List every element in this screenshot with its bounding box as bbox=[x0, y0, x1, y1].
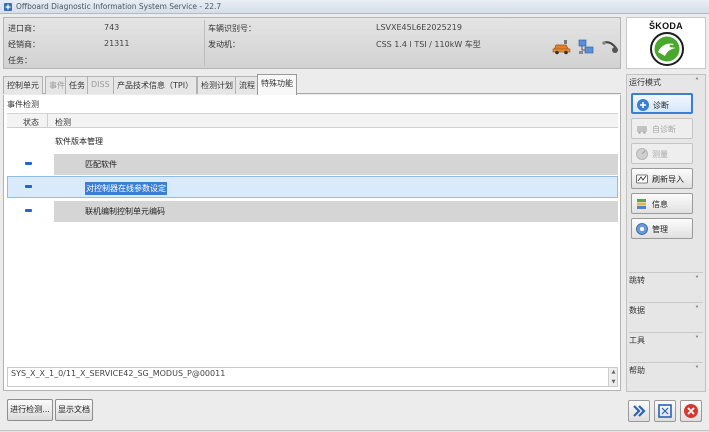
help-section-label: 帮助 bbox=[629, 366, 645, 375]
task-label: 任务： bbox=[8, 56, 32, 65]
status-indicator-icon bbox=[25, 209, 32, 212]
vin-label: 车辆识别号： bbox=[208, 24, 256, 33]
help-section[interactable]: 帮助 ˅ bbox=[629, 362, 703, 376]
info-scrollbar[interactable]: ▲ ▼ bbox=[608, 368, 617, 386]
data-section[interactable]: 数据 ˅ bbox=[629, 302, 703, 316]
vin-value: LSVXE45L6E2025219 bbox=[376, 23, 462, 32]
double-chevron-right-icon bbox=[633, 405, 646, 417]
close-icon bbox=[684, 404, 698, 418]
data-section-label: 数据 bbox=[629, 306, 645, 315]
section-title: 事件检测 bbox=[7, 100, 39, 109]
brand-panel: ŠKODA bbox=[626, 17, 706, 69]
info-text-area[interactable]: SYS_X_X_1_0/11_X_SERVICE42_SG_MODUS_P@00… bbox=[7, 367, 618, 387]
engine-label: 发动机： bbox=[208, 40, 240, 49]
stethoscope-icon bbox=[637, 99, 649, 111]
app-icon bbox=[4, 3, 12, 11]
tools-section-label: 工具 bbox=[629, 336, 645, 345]
tab-control-units[interactable]: 控制单元 bbox=[3, 76, 43, 94]
operating-mode-label: 运行模式 bbox=[629, 78, 661, 87]
network-icon[interactable] bbox=[576, 38, 596, 56]
table-header: 状态 检测 bbox=[7, 114, 618, 128]
header-icons bbox=[552, 38, 620, 56]
probe-icon[interactable] bbox=[600, 38, 620, 56]
flash-import-button[interactable]: 刷新导入 bbox=[631, 168, 693, 189]
table-row[interactable]: 软件版本管理 bbox=[7, 130, 618, 152]
row-text: 软件版本管理 bbox=[55, 137, 103, 146]
run-test-button[interactable]: 进行检测... bbox=[7, 399, 53, 421]
table-row[interactable]: 联机编制控制单元编码 bbox=[7, 200, 618, 222]
chevron-down-icon[interactable]: ˅ bbox=[695, 275, 699, 284]
row-band bbox=[54, 154, 618, 175]
scroll-down-icon[interactable]: ▼ bbox=[610, 379, 617, 385]
tab-test-plan[interactable]: 检测计划 bbox=[197, 76, 237, 94]
window-titlebar: Offboard Diagnostic Information System S… bbox=[0, 0, 709, 14]
skoda-logo-icon bbox=[650, 32, 684, 66]
bottom-action-bar: 进行检测... 显示文档 bbox=[3, 394, 621, 428]
self-diagnosis-button[interactable]: 自诊断 bbox=[631, 118, 693, 139]
exit-button[interactable] bbox=[680, 400, 702, 422]
dealer-label: 经销商： bbox=[8, 40, 40, 49]
app-frame: 进口商： 743 经销商： 21311 任务： 车辆识别号： LSVXE45L6… bbox=[0, 14, 709, 432]
jump-section[interactable]: 跳转 ˅ bbox=[629, 272, 703, 286]
main-content: 事件检测 状态 检测 软件版本管理 匹配软件 对控制器在线参数设定 联机编制控制… bbox=[3, 95, 621, 391]
jump-section-label: 跳转 bbox=[629, 276, 645, 285]
row-text: 匹配软件 bbox=[85, 160, 117, 169]
window-title: Offboard Diagnostic Information System S… bbox=[16, 2, 222, 11]
engine-value: CSS 1.4 l TSI / 110kW 车型 bbox=[376, 40, 481, 49]
column-divider bbox=[47, 114, 48, 128]
car-connect-icon[interactable] bbox=[552, 38, 572, 56]
mode-side-panel: 运行模式 ˄ 诊断 自诊断 测量 刷新导入 信息 管理 跳转 ˅ 数据 ˅ 工具… bbox=[626, 74, 706, 392]
flash-import-label: 刷新导入 bbox=[652, 175, 684, 184]
chevron-up-icon[interactable]: ˄ bbox=[695, 77, 699, 86]
info-stack-icon bbox=[637, 199, 646, 209]
chevron-down-icon[interactable]: ˅ bbox=[695, 335, 699, 344]
window-action-buttons bbox=[626, 396, 706, 426]
admin-label: 管理 bbox=[652, 225, 668, 234]
forward-button[interactable] bbox=[628, 400, 650, 422]
operating-mode-header[interactable]: 运行模式 ˄ bbox=[629, 77, 703, 91]
info-label: 信息 bbox=[652, 200, 668, 209]
header-divider bbox=[204, 20, 205, 66]
fit-window-icon bbox=[658, 404, 672, 418]
status-indicator-icon bbox=[25, 162, 32, 165]
tools-section[interactable]: 工具 ˅ bbox=[629, 332, 703, 346]
tab-special-functions[interactable]: 特殊功能 bbox=[257, 74, 297, 95]
diagnosis-button[interactable]: 诊断 bbox=[631, 93, 693, 114]
info-button[interactable]: 信息 bbox=[631, 193, 693, 214]
table-row-selected[interactable]: 对控制器在线参数设定 bbox=[7, 176, 618, 198]
meter-icon bbox=[636, 148, 648, 160]
scroll-up-icon[interactable]: ▲ bbox=[610, 369, 617, 375]
car-diagnosis-icon bbox=[637, 126, 647, 134]
flash-icon bbox=[636, 174, 648, 184]
admin-button[interactable]: 管理 bbox=[631, 218, 693, 239]
diagnosis-label: 诊断 bbox=[653, 101, 669, 110]
column-test[interactable]: 检测 bbox=[55, 117, 71, 128]
tab-process[interactable]: 流程 bbox=[235, 76, 259, 94]
function-tabs: 控制单元 事件 任务 DISS 产品技术信息（TPI） 检测计划 流程 特殊功能 bbox=[3, 74, 621, 95]
importer-value: 743 bbox=[104, 23, 120, 32]
measure-button[interactable]: 测量 bbox=[631, 143, 693, 164]
row-text: 对控制器在线参数设定 bbox=[85, 182, 167, 195]
tab-tasks[interactable]: 任务 bbox=[65, 76, 89, 94]
column-status[interactable]: 状态 bbox=[23, 117, 39, 128]
fit-window-button[interactable] bbox=[654, 400, 676, 422]
status-indicator-icon bbox=[25, 185, 32, 188]
show-documents-button[interactable]: 显示文档 bbox=[55, 399, 93, 421]
self-diagnosis-label: 自诊断 bbox=[652, 125, 676, 134]
measure-label: 测量 bbox=[652, 150, 668, 159]
function-table: 状态 检测 软件版本管理 匹配软件 对控制器在线参数设定 联机编制控制单元编码 bbox=[7, 113, 618, 349]
chevron-down-icon[interactable]: ˅ bbox=[695, 305, 699, 314]
admin-icon bbox=[636, 223, 648, 235]
table-row[interactable]: 匹配软件 bbox=[7, 153, 618, 175]
importer-label: 进口商： bbox=[8, 24, 40, 33]
info-text: SYS_X_X_1_0/11_X_SERVICE42_SG_MODUS_P@00… bbox=[11, 369, 226, 378]
brand-name: ŠKODA bbox=[648, 21, 683, 31]
tab-diss[interactable]: DISS bbox=[87, 76, 114, 94]
vehicle-info-header: 进口商： 743 经销商： 21311 任务： 车辆识别号： LSVXE45L6… bbox=[3, 17, 621, 69]
chevron-down-icon[interactable]: ˅ bbox=[695, 365, 699, 374]
dealer-value: 21311 bbox=[104, 39, 130, 48]
tab-tpi[interactable]: 产品技术信息（TPI） bbox=[113, 76, 198, 94]
row-text: 联机编制控制单元编码 bbox=[85, 207, 165, 216]
